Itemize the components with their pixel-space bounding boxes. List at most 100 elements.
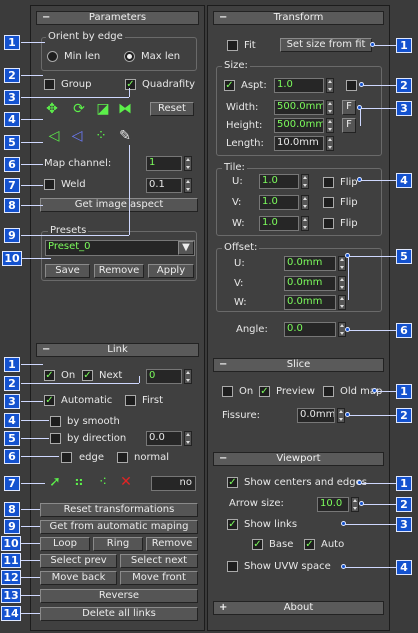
by-direction-checkbox[interactable] — [50, 433, 61, 444]
tile-w-spinner[interactable] — [301, 216, 309, 231]
map-channel-field[interactable]: 1 — [146, 156, 182, 171]
length-field[interactable]: 10.0mm — [274, 136, 324, 151]
map-channel-spinner[interactable] — [184, 156, 192, 171]
unlink-x-icon[interactable]: ✕ — [117, 474, 135, 490]
offset-w-field[interactable]: 0.0mm — [284, 295, 336, 310]
offset-w-spinner[interactable] — [338, 295, 346, 310]
tile-w-field[interactable]: 1.0 — [259, 216, 299, 231]
move-icon[interactable]: ✥ — [43, 101, 61, 117]
show-uvw-checkbox[interactable] — [227, 561, 238, 572]
base-checkbox[interactable]: ✓ — [252, 539, 263, 550]
preset-remove-button[interactable]: Remove — [94, 264, 144, 278]
reverse-button[interactable]: Reverse — [40, 589, 198, 603]
preset-dropdown[interactable]: Preset_0 — [45, 240, 195, 256]
reset-transformations-button[interactable]: Reset transformations — [40, 503, 198, 517]
skew-v-icon[interactable]: ◁ — [68, 128, 86, 144]
link-remove-button[interactable]: Remove — [146, 537, 198, 551]
next-value-spinner[interactable] — [184, 369, 192, 384]
transform-rollout-header[interactable]: − Transform — [213, 11, 384, 25]
offset-u-spinner[interactable] — [338, 256, 346, 271]
max-len-radio[interactable] — [124, 51, 135, 62]
link-no-field[interactable]: no — [151, 476, 196, 491]
width-spinner[interactable] — [326, 100, 334, 115]
reset-button[interactable]: Reset — [150, 102, 194, 116]
normal-checkbox[interactable] — [117, 452, 128, 463]
link-on-checkbox[interactable]: ✓ — [44, 370, 55, 381]
offset-v-field[interactable]: 0.0mm — [284, 276, 336, 291]
quadrafity-checkbox[interactable]: ✓ — [125, 79, 136, 90]
automatic-checkbox[interactable]: ✓ — [44, 395, 55, 406]
aspt-field[interactable]: 1.0 — [274, 78, 324, 93]
chevron-down-icon[interactable]: ▼ — [178, 241, 194, 255]
first-checkbox[interactable] — [125, 395, 136, 406]
height-fit-button[interactable]: F — [342, 118, 356, 133]
fit-checkbox[interactable] — [227, 40, 238, 51]
weld-value-field[interactable]: 0.1 — [146, 178, 182, 193]
set-size-from-fit-button[interactable]: Set size from fit — [280, 38, 372, 52]
edge-checkbox[interactable] — [61, 452, 72, 463]
show-links-checkbox[interactable]: ✓ — [227, 519, 238, 530]
tile-u-field[interactable]: 1.0 — [259, 174, 299, 189]
fissure-spinner[interactable] — [337, 408, 345, 423]
link-chain-icon[interactable]: ⁖ — [94, 474, 112, 490]
loop-button[interactable]: Loop — [40, 537, 90, 551]
arrow-size-field[interactable]: 10.0 — [317, 497, 349, 512]
offset-v-spinner[interactable] — [338, 276, 346, 291]
select-prev-button[interactable]: Select prev — [40, 554, 117, 568]
aspt-checkbox[interactable]: ✓ — [224, 80, 235, 91]
old-map-checkbox[interactable] — [323, 386, 334, 397]
width-field[interactable]: 500.0mm — [274, 100, 324, 115]
select-next-button[interactable]: Select next — [120, 554, 198, 568]
preview-checkbox[interactable]: ✓ — [259, 386, 270, 397]
preset-apply-button[interactable]: Apply — [148, 264, 194, 278]
ring-button[interactable]: Ring — [93, 537, 143, 551]
angle-field[interactable]: 0.0 — [284, 322, 336, 337]
flip-v-checkbox[interactable] — [323, 197, 334, 208]
flip-w-checkbox[interactable] — [323, 218, 334, 229]
aspt-spinner[interactable] — [326, 78, 334, 93]
weld-checkbox[interactable] — [44, 179, 55, 190]
by-smooth-checkbox[interactable] — [50, 416, 61, 427]
flip-u-checkbox[interactable] — [323, 177, 334, 188]
points-icon[interactable]: ⁘ — [92, 128, 110, 144]
slice-on-checkbox[interactable] — [222, 386, 233, 397]
offset-u-field[interactable]: 0.0mm — [284, 256, 336, 271]
parameters-rollout-header[interactable]: − Parameters — [36, 11, 199, 25]
next-value-field[interactable]: 0 — [146, 369, 182, 384]
arrow-size-spinner[interactable] — [351, 497, 359, 512]
rotate-icon[interactable]: ⟳ — [70, 101, 88, 117]
by-direction-spinner[interactable] — [184, 431, 192, 446]
select-arrow-icon[interactable]: ➚ — [46, 474, 64, 490]
length-spinner[interactable] — [326, 136, 334, 151]
skew-u-icon[interactable]: ◁ — [45, 128, 63, 144]
tile-v-field[interactable]: 1.0 — [259, 195, 299, 210]
auto-checkbox[interactable]: ✓ — [304, 539, 315, 550]
preset-save-button[interactable]: Save — [45, 264, 90, 278]
pick-icon[interactable]: ✎ — [116, 128, 134, 144]
by-direction-value-field[interactable]: 0.0 — [146, 431, 182, 446]
about-rollout-header[interactable]: + About — [213, 601, 384, 615]
weld-spinner[interactable] — [184, 178, 192, 193]
get-from-automatic-button[interactable]: Get from automatic maping — [40, 520, 198, 534]
delete-all-links-button[interactable]: Delete all links — [40, 607, 198, 621]
mirror-icon[interactable]: ⧓ — [116, 101, 134, 117]
viewport-rollout-header[interactable]: − Viewport — [213, 452, 384, 466]
height-spinner[interactable] — [326, 118, 334, 133]
move-back-button[interactable]: Move back — [40, 571, 117, 585]
slice-rollout-header[interactable]: − Slice — [213, 358, 384, 372]
tile-u-spinner[interactable] — [301, 174, 309, 189]
width-fit-button[interactable]: F — [342, 100, 356, 115]
aspt-lock-checkbox[interactable] — [346, 80, 357, 91]
min-len-radio[interactable] — [47, 51, 58, 62]
get-image-aspect-button[interactable]: Get image aspect — [40, 198, 198, 212]
tile-v-spinner[interactable] — [301, 195, 309, 210]
move-front-button[interactable]: Move front — [120, 571, 198, 585]
link-rollout-header[interactable]: − Link — [36, 343, 199, 357]
show-centers-checkbox[interactable]: ✓ — [227, 477, 238, 488]
fissure-field[interactable]: 0.0mm — [297, 408, 335, 423]
scale-icon[interactable]: ◪ — [94, 101, 112, 117]
link-nodes-icon[interactable]: ⠶ — [70, 474, 88, 490]
link-next-checkbox[interactable]: ✓ — [82, 370, 93, 381]
height-field[interactable]: 500.0mm — [274, 118, 324, 133]
group-checkbox[interactable] — [44, 79, 55, 90]
